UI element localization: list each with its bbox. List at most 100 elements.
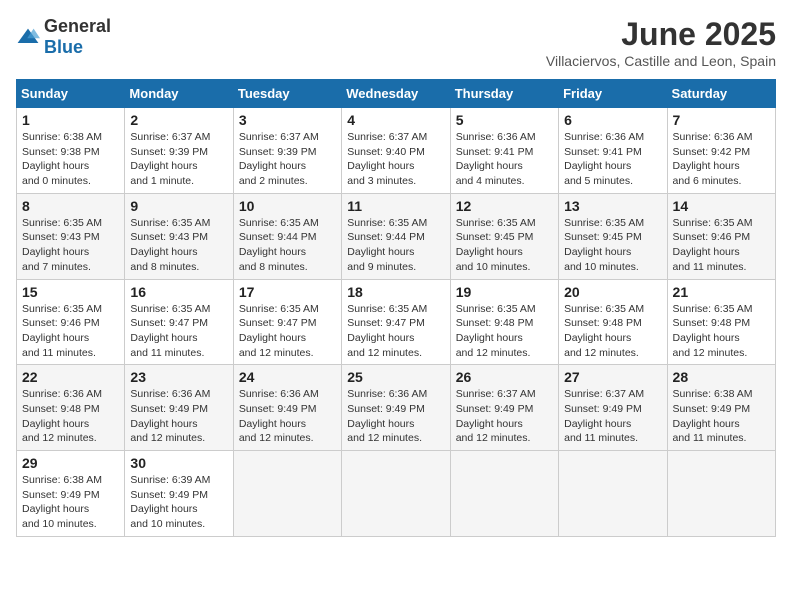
calendar-cell: 4 Sunrise: 6:37 AM Sunset: 9:40 PM Dayli… — [342, 108, 450, 194]
calendar-cell: 27 Sunrise: 6:37 AM Sunset: 9:49 PM Dayl… — [559, 365, 667, 451]
column-header-friday: Friday — [559, 80, 667, 108]
calendar-header-row: SundayMondayTuesdayWednesdayThursdayFrid… — [17, 80, 776, 108]
calendar-cell: 29 Sunrise: 6:38 AM Sunset: 9:49 PM Dayl… — [17, 451, 125, 537]
day-info: Sunrise: 6:35 AM Sunset: 9:48 PM Dayligh… — [456, 302, 553, 361]
day-info: Sunrise: 6:36 AM Sunset: 9:49 PM Dayligh… — [130, 387, 227, 446]
day-info: Sunrise: 6:35 AM Sunset: 9:43 PM Dayligh… — [130, 216, 227, 275]
day-info: Sunrise: 6:35 AM Sunset: 9:46 PM Dayligh… — [673, 216, 770, 275]
calendar-cell: 22 Sunrise: 6:36 AM Sunset: 9:48 PM Dayl… — [17, 365, 125, 451]
day-number: 29 — [22, 455, 119, 471]
calendar-cell — [342, 451, 450, 537]
day-info: Sunrise: 6:35 AM Sunset: 9:46 PM Dayligh… — [22, 302, 119, 361]
calendar-cell: 24 Sunrise: 6:36 AM Sunset: 9:49 PM Dayl… — [233, 365, 341, 451]
day-number: 19 — [456, 284, 553, 300]
week-row-5: 29 Sunrise: 6:38 AM Sunset: 9:49 PM Dayl… — [17, 451, 776, 537]
calendar-cell: 30 Sunrise: 6:39 AM Sunset: 9:49 PM Dayl… — [125, 451, 233, 537]
column-header-wednesday: Wednesday — [342, 80, 450, 108]
day-info: Sunrise: 6:37 AM Sunset: 9:39 PM Dayligh… — [130, 130, 227, 189]
day-number: 18 — [347, 284, 444, 300]
day-number: 22 — [22, 369, 119, 385]
day-number: 23 — [130, 369, 227, 385]
calendar-cell: 3 Sunrise: 6:37 AM Sunset: 9:39 PM Dayli… — [233, 108, 341, 194]
day-number: 30 — [130, 455, 227, 471]
calendar-cell: 2 Sunrise: 6:37 AM Sunset: 9:39 PM Dayli… — [125, 108, 233, 194]
day-info: Sunrise: 6:36 AM Sunset: 9:48 PM Dayligh… — [22, 387, 119, 446]
day-number: 1 — [22, 112, 119, 128]
week-row-3: 15 Sunrise: 6:35 AM Sunset: 9:46 PM Dayl… — [17, 279, 776, 365]
day-info: Sunrise: 6:36 AM Sunset: 9:41 PM Dayligh… — [456, 130, 553, 189]
day-number: 17 — [239, 284, 336, 300]
day-number: 13 — [564, 198, 661, 214]
day-info: Sunrise: 6:36 AM Sunset: 9:49 PM Dayligh… — [239, 387, 336, 446]
day-info: Sunrise: 6:35 AM Sunset: 9:45 PM Dayligh… — [564, 216, 661, 275]
day-info: Sunrise: 6:35 AM Sunset: 9:43 PM Dayligh… — [22, 216, 119, 275]
calendar-cell: 7 Sunrise: 6:36 AM Sunset: 9:42 PM Dayli… — [667, 108, 775, 194]
day-info: Sunrise: 6:38 AM Sunset: 9:49 PM Dayligh… — [22, 473, 119, 532]
day-number: 14 — [673, 198, 770, 214]
calendar-cell — [559, 451, 667, 537]
calendar-cell: 10 Sunrise: 6:35 AM Sunset: 9:44 PM Dayl… — [233, 193, 341, 279]
calendar-cell: 23 Sunrise: 6:36 AM Sunset: 9:49 PM Dayl… — [125, 365, 233, 451]
day-number: 3 — [239, 112, 336, 128]
calendar-cell: 18 Sunrise: 6:35 AM Sunset: 9:47 PM Dayl… — [342, 279, 450, 365]
column-header-sunday: Sunday — [17, 80, 125, 108]
day-number: 28 — [673, 369, 770, 385]
column-header-tuesday: Tuesday — [233, 80, 341, 108]
day-info: Sunrise: 6:35 AM Sunset: 9:48 PM Dayligh… — [564, 302, 661, 361]
calendar-cell: 21 Sunrise: 6:35 AM Sunset: 9:48 PM Dayl… — [667, 279, 775, 365]
day-info: Sunrise: 6:35 AM Sunset: 9:45 PM Dayligh… — [456, 216, 553, 275]
day-number: 7 — [673, 112, 770, 128]
calendar-cell: 9 Sunrise: 6:35 AM Sunset: 9:43 PM Dayli… — [125, 193, 233, 279]
week-row-4: 22 Sunrise: 6:36 AM Sunset: 9:48 PM Dayl… — [17, 365, 776, 451]
day-info: Sunrise: 6:38 AM Sunset: 9:38 PM Dayligh… — [22, 130, 119, 189]
logo: General Blue — [16, 16, 111, 58]
calendar-table: SundayMondayTuesdayWednesdayThursdayFrid… — [16, 79, 776, 537]
day-info: Sunrise: 6:37 AM Sunset: 9:49 PM Dayligh… — [456, 387, 553, 446]
day-number: 16 — [130, 284, 227, 300]
calendar-cell — [450, 451, 558, 537]
calendar-cell: 25 Sunrise: 6:36 AM Sunset: 9:49 PM Dayl… — [342, 365, 450, 451]
day-info: Sunrise: 6:35 AM Sunset: 9:47 PM Dayligh… — [347, 302, 444, 361]
day-number: 25 — [347, 369, 444, 385]
day-number: 8 — [22, 198, 119, 214]
day-number: 12 — [456, 198, 553, 214]
day-info: Sunrise: 6:35 AM Sunset: 9:47 PM Dayligh… — [130, 302, 227, 361]
calendar-cell: 11 Sunrise: 6:35 AM Sunset: 9:44 PM Dayl… — [342, 193, 450, 279]
calendar-cell: 8 Sunrise: 6:35 AM Sunset: 9:43 PM Dayli… — [17, 193, 125, 279]
day-number: 10 — [239, 198, 336, 214]
day-number: 9 — [130, 198, 227, 214]
calendar-cell: 13 Sunrise: 6:35 AM Sunset: 9:45 PM Dayl… — [559, 193, 667, 279]
day-number: 27 — [564, 369, 661, 385]
day-info: Sunrise: 6:35 AM Sunset: 9:47 PM Dayligh… — [239, 302, 336, 361]
day-info: Sunrise: 6:35 AM Sunset: 9:44 PM Dayligh… — [239, 216, 336, 275]
calendar-cell: 20 Sunrise: 6:35 AM Sunset: 9:48 PM Dayl… — [559, 279, 667, 365]
day-number: 4 — [347, 112, 444, 128]
day-info: Sunrise: 6:39 AM Sunset: 9:49 PM Dayligh… — [130, 473, 227, 532]
page-header: General Blue June 2025 Villaciervos, Cas… — [16, 16, 776, 69]
logo-text: General Blue — [44, 16, 111, 58]
calendar-cell: 12 Sunrise: 6:35 AM Sunset: 9:45 PM Dayl… — [450, 193, 558, 279]
day-number: 5 — [456, 112, 553, 128]
day-number: 26 — [456, 369, 553, 385]
week-row-1: 1 Sunrise: 6:38 AM Sunset: 9:38 PM Dayli… — [17, 108, 776, 194]
column-header-monday: Monday — [125, 80, 233, 108]
calendar-cell: 16 Sunrise: 6:35 AM Sunset: 9:47 PM Dayl… — [125, 279, 233, 365]
day-number: 24 — [239, 369, 336, 385]
day-info: Sunrise: 6:37 AM Sunset: 9:39 PM Dayligh… — [239, 130, 336, 189]
title-block: June 2025 Villaciervos, Castille and Leo… — [546, 16, 776, 69]
day-info: Sunrise: 6:37 AM Sunset: 9:40 PM Dayligh… — [347, 130, 444, 189]
logo-blue: Blue — [44, 37, 83, 57]
calendar-cell — [667, 451, 775, 537]
day-info: Sunrise: 6:36 AM Sunset: 9:42 PM Dayligh… — [673, 130, 770, 189]
calendar-cell: 17 Sunrise: 6:35 AM Sunset: 9:47 PM Dayl… — [233, 279, 341, 365]
day-number: 11 — [347, 198, 444, 214]
logo-icon — [16, 27, 40, 47]
calendar-cell: 15 Sunrise: 6:35 AM Sunset: 9:46 PM Dayl… — [17, 279, 125, 365]
calendar-cell: 5 Sunrise: 6:36 AM Sunset: 9:41 PM Dayli… — [450, 108, 558, 194]
day-number: 2 — [130, 112, 227, 128]
day-info: Sunrise: 6:38 AM Sunset: 9:49 PM Dayligh… — [673, 387, 770, 446]
day-number: 21 — [673, 284, 770, 300]
day-info: Sunrise: 6:36 AM Sunset: 9:41 PM Dayligh… — [564, 130, 661, 189]
day-number: 15 — [22, 284, 119, 300]
column-header-thursday: Thursday — [450, 80, 558, 108]
